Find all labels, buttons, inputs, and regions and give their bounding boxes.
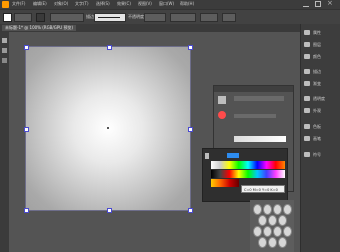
selection-tool-icon[interactable] [2, 38, 7, 43]
panel-field[interactable] [234, 96, 284, 101]
stroke-label: 描边 [86, 14, 94, 19]
layers-icon[interactable] [304, 42, 310, 47]
tools-panel [0, 32, 9, 252]
panel-tab-transparency[interactable]: 透明度 [313, 96, 325, 102]
fill-mode-icon[interactable] [205, 153, 209, 159]
pattern-swatch-preview [250, 200, 294, 252]
panel-tab-properties[interactable]: 属性 [313, 30, 321, 36]
handle-top-left[interactable] [24, 45, 29, 50]
stroke-width-field[interactable] [50, 13, 84, 22]
symbols-icon[interactable] [304, 152, 310, 157]
pattern-dot [268, 215, 277, 226]
menu-help[interactable]: 帮助(H) [180, 1, 194, 7]
pattern-dot [273, 204, 282, 215]
stroke-swatch[interactable] [36, 13, 45, 22]
color-target-icon[interactable] [218, 111, 226, 119]
panel-tool-icon[interactable] [218, 96, 226, 104]
pen-tool-icon[interactable] [2, 58, 7, 63]
menu-text[interactable]: 文字(T) [75, 1, 89, 7]
handle-middle-left[interactable] [24, 127, 29, 132]
pattern-dot [273, 226, 282, 237]
opacity-field[interactable] [144, 13, 166, 22]
gradient-icon[interactable] [304, 81, 310, 86]
zoom-field[interactable] [200, 13, 218, 22]
properties-icon[interactable] [304, 30, 310, 35]
handle-top-center[interactable] [107, 45, 112, 50]
pattern-dot [258, 237, 267, 248]
color-picker-popup [202, 148, 288, 202]
menu-window[interactable]: 窗口(W) [159, 1, 174, 7]
handle-bottom-right[interactable] [188, 208, 193, 213]
pattern-dot [263, 226, 272, 237]
color-icon[interactable] [304, 54, 310, 59]
handle-middle-right[interactable] [188, 127, 193, 132]
brush-stroke-preview [98, 17, 120, 18]
swatch-tooltip: C=0 M=0 Y=0 K=0 [241, 185, 285, 193]
center-point [107, 127, 109, 129]
gradient-preview-bar [234, 136, 286, 142]
menu-select[interactable]: 选择(S) [96, 1, 110, 7]
color-mode-button[interactable] [227, 153, 239, 158]
menu-file[interactable]: 文件(F) [12, 1, 25, 7]
color-swatch-row-2[interactable] [211, 170, 285, 178]
fill-dropdown[interactable] [14, 13, 32, 22]
panel-tab-symbols[interactable]: 符号 [313, 152, 321, 158]
color-swatch-row-3[interactable] [211, 179, 239, 187]
panel-tab-stroke[interactable]: 描边 [313, 69, 321, 75]
direct-selection-tool-icon[interactable] [2, 48, 7, 53]
brush-definition-field[interactable] [94, 13, 126, 22]
fill-swatch[interactable] [3, 13, 12, 22]
color-swatch-row-1[interactable] [211, 161, 285, 169]
pattern-dot [268, 237, 277, 248]
handle-bottom-center[interactable] [107, 208, 112, 213]
style-dropdown[interactable] [170, 13, 196, 22]
panel-tab-color[interactable]: 颜色 [313, 54, 321, 60]
panel-tab-brushes[interactable]: 画笔 [313, 136, 321, 142]
minimize-icon[interactable] [303, 1, 309, 7]
brushes-icon[interactable] [304, 136, 310, 141]
pattern-dot [283, 204, 292, 215]
pattern-dot [253, 226, 262, 237]
menu-view[interactable]: 视图(V) [138, 1, 152, 7]
menu-object[interactable]: 对象(O) [54, 1, 68, 7]
style-label: 不透明度 [128, 14, 144, 19]
app-logo-icon [2, 1, 9, 8]
menu-bar: 文件(F) 编辑(E) 对象(O) 文字(T) 选择(S) 效果(C) 视图(V… [0, 0, 340, 9]
gradient-rectangle[interactable] [24, 45, 193, 213]
panels-dock: 属性 图层 颜色 描边 渐变 透明度 外观 色板 画笔 符号 [300, 24, 340, 252]
maximize-icon[interactable] [315, 1, 321, 7]
panel-header[interactable] [214, 86, 293, 92]
control-bar: 描边 不透明度 [0, 9, 340, 25]
transparency-icon[interactable] [304, 96, 310, 101]
panel-slider[interactable] [234, 114, 276, 118]
handle-bottom-left[interactable] [24, 208, 29, 213]
pattern-dot [278, 215, 287, 226]
panel-tab-layers[interactable]: 图层 [313, 42, 321, 48]
pattern-dot [263, 204, 272, 215]
handle-top-right[interactable] [188, 45, 193, 50]
close-icon[interactable]: × [327, 0, 333, 7]
menu-effect[interactable]: 效果(C) [117, 1, 131, 7]
stroke-icon[interactable] [304, 69, 310, 74]
appearance-icon[interactable] [304, 108, 310, 113]
document-tab[interactable]: 未标题-1* @ 100% (RGB/GPU 预览) [2, 25, 77, 31]
align-dropdown[interactable] [222, 13, 236, 22]
window-controls: × [300, 0, 336, 8]
pattern-dot [278, 237, 287, 248]
menu-edit[interactable]: 编辑(E) [33, 1, 47, 7]
panel-tab-swatches[interactable]: 色板 [313, 124, 321, 130]
pattern-dot [283, 226, 292, 237]
swatches-icon[interactable] [304, 124, 310, 129]
pattern-dot [258, 215, 267, 226]
panel-tab-gradient[interactable]: 渐变 [313, 81, 321, 87]
pattern-dot [253, 204, 262, 215]
panel-tab-appearance[interactable]: 外观 [313, 108, 321, 114]
